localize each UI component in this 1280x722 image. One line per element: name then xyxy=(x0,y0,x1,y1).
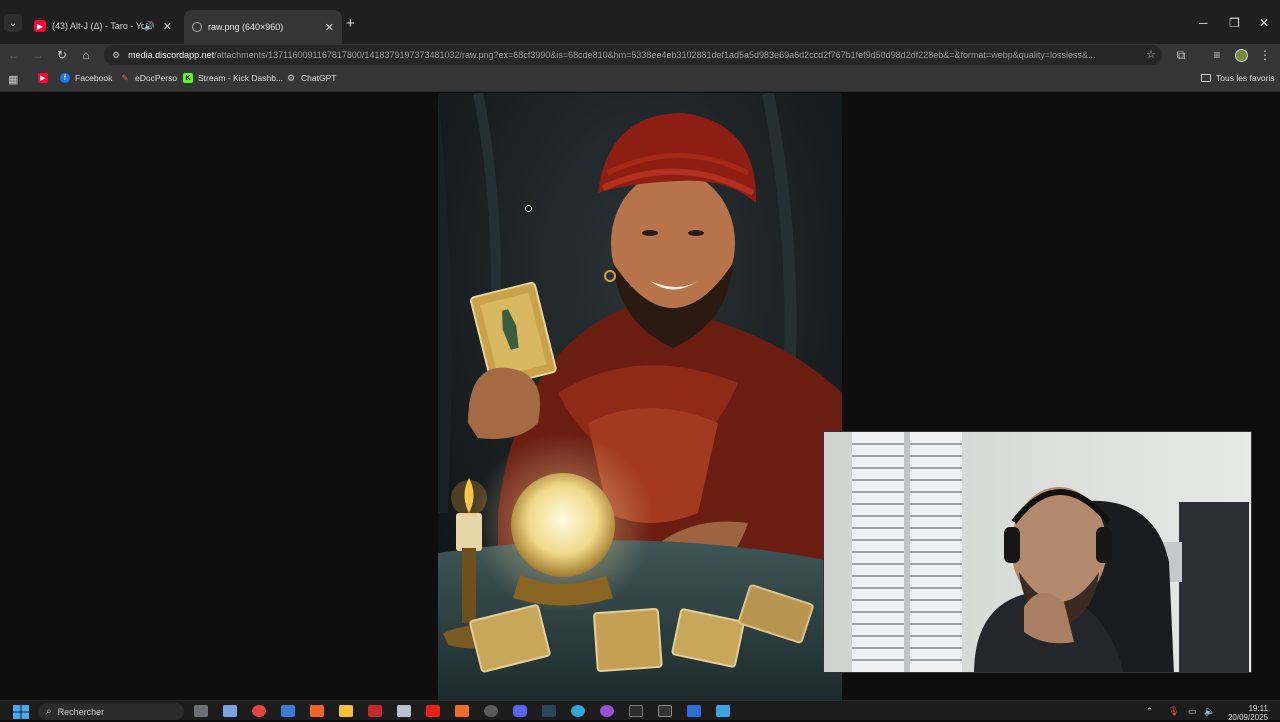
bookmark-label: Tous les favoris xyxy=(1216,73,1275,83)
edocperso-icon: ✎ xyxy=(121,72,129,83)
extensions-icon[interactable]: ⧉ xyxy=(1173,47,1189,63)
profile-avatar[interactable] xyxy=(1233,47,1249,63)
back-icon[interactable]: ← xyxy=(6,47,22,63)
windows-taskbar: ⌕ Rechercher ⌃ 🎙 ▭ 🔈 19:11 20/09/2025 xyxy=(0,700,1280,722)
bookmark-kick[interactable]: K Stream - Kick Dashb... xyxy=(183,73,283,83)
youtube-icon: ▶ xyxy=(34,20,46,32)
globe-icon xyxy=(192,22,202,32)
store-icon[interactable] xyxy=(281,705,295,717)
media-control-icon[interactable]: ≡ xyxy=(1209,47,1225,63)
tab-search-button[interactable]: ⌄ xyxy=(4,14,22,32)
microphone-icon[interactable]: 🎙 xyxy=(1168,706,1179,717)
powershell-icon[interactable] xyxy=(687,705,701,717)
search-placeholder: Rechercher xyxy=(57,706,105,717)
fortune-teller-image xyxy=(438,93,842,700)
site-info-icon[interactable]: ⚙ xyxy=(112,50,120,61)
terminal-icon[interactable] xyxy=(658,705,672,717)
taskbar-clock[interactable]: 19:11 20/09/2025 xyxy=(1228,704,1268,722)
bookmarks-bar: ▦ ▶ f Facebook ✎ eDocPerso K Stream - Ki… xyxy=(0,66,1280,92)
bookmark-chatgpt[interactable]: ⚙ ChatGPT xyxy=(286,72,337,84)
github-icon[interactable] xyxy=(484,705,498,717)
search-icon: ⌕ xyxy=(46,706,52,717)
minimize-icon[interactable]: ─ xyxy=(1199,16,1208,30)
bookmark-label: Facebook xyxy=(75,73,113,83)
edge-icon[interactable] xyxy=(571,705,585,717)
chatgpt-icon: ⚙ xyxy=(286,72,296,83)
mouse-cursor xyxy=(525,205,532,212)
bookmark-youtube[interactable]: ▶ xyxy=(38,73,53,83)
tab-title: raw.png (640×960) xyxy=(208,22,284,32)
chrome-icon[interactable] xyxy=(252,705,266,717)
notepad-icon[interactable] xyxy=(716,705,730,717)
app-icon[interactable] xyxy=(600,705,614,717)
new-tab-button[interactable]: + xyxy=(346,15,355,32)
facebook-icon: f xyxy=(60,73,70,83)
app-icon[interactable] xyxy=(368,705,382,717)
webcam-feed-illustration xyxy=(824,432,1251,672)
clock-time: 19:11 xyxy=(1248,704,1268,713)
tab-youtube[interactable]: ▶ (43) Alt-J (Δ) - Taro - YouTu 🔊 ✕ xyxy=(26,14,180,38)
volume-icon[interactable]: 🔈 xyxy=(1204,706,1215,717)
youtube-icon[interactable] xyxy=(426,705,440,717)
page-viewport xyxy=(0,93,1280,700)
all-bookmarks-folder[interactable]: Tous les favoris xyxy=(1201,73,1275,83)
bookmark-label: eDocPerso xyxy=(135,73,178,83)
url-path: /attachments/1371160091167817800/1418379… xyxy=(214,50,1096,60)
epic-games-icon[interactable] xyxy=(629,705,643,717)
bookmark-label: Stream - Kick Dashb... xyxy=(198,73,284,83)
tab-title: (43) Alt-J (Δ) - Taro - YouTu xyxy=(52,21,144,31)
chevron-up-icon[interactable]: ⌃ xyxy=(1146,706,1154,717)
task-view-icon[interactable] xyxy=(194,705,208,717)
bookmark-label: ChatGPT xyxy=(301,73,337,83)
reload-icon[interactable]: ↻ xyxy=(54,47,70,63)
discord-icon[interactable] xyxy=(513,705,527,717)
webcam-overlay xyxy=(823,431,1252,673)
folder-icon xyxy=(1201,74,1211,82)
windows-start-icon[interactable] xyxy=(13,705,29,719)
tab-strip: ⌄ ▶ (43) Alt-J (Δ) - Taro - YouTu 🔊 ✕ ra… xyxy=(0,0,1280,44)
url-host: media.discordapp.net xyxy=(128,50,215,60)
apps-icon[interactable]: ▦ xyxy=(8,73,18,86)
kick-icon: K xyxy=(183,73,193,83)
steam-icon[interactable] xyxy=(542,705,556,717)
restore-icon[interactable]: ❐ xyxy=(1229,16,1240,30)
cc-icon[interactable] xyxy=(310,705,324,717)
speaker-icon[interactable]: 🔊 xyxy=(144,21,155,32)
brave-icon[interactable] xyxy=(455,705,469,717)
clock-date: 20/09/2025 xyxy=(1227,713,1268,722)
network-icon[interactable]: ▭ xyxy=(1188,706,1197,717)
close-tab-icon[interactable]: ✕ xyxy=(163,20,172,33)
close-tab-icon[interactable]: ✕ xyxy=(325,21,334,34)
home-icon[interactable]: ⌂ xyxy=(78,47,94,63)
close-window-icon[interactable]: ✕ xyxy=(1259,16,1269,30)
menu-icon[interactable]: ⋮ xyxy=(1257,47,1273,63)
file-explorer-icon[interactable] xyxy=(339,705,353,717)
forward-icon[interactable]: → xyxy=(30,47,46,63)
taskbar-search[interactable]: ⌕ Rechercher xyxy=(38,703,184,720)
bookmark-facebook[interactable]: f Facebook xyxy=(60,73,112,83)
fortune-teller-illustration xyxy=(438,93,842,700)
bookmark-edocperso[interactable]: ✎ eDocPerso xyxy=(120,72,178,84)
youtube-icon: ▶ xyxy=(38,73,48,83)
toolbar: ← → ↻ ⌂ ⚙ media.discordapp.net/attachmen… xyxy=(0,44,1280,66)
bookmark-star-icon[interactable]: ☆ xyxy=(1146,48,1156,61)
address-bar[interactable]: ⚙ media.discordapp.net/attachments/13711… xyxy=(104,45,1162,65)
app-icon[interactable] xyxy=(397,705,411,717)
copilot-icon[interactable] xyxy=(223,705,237,717)
tab-raw-png[interactable]: raw.png (640×960) ✕ xyxy=(184,10,342,44)
